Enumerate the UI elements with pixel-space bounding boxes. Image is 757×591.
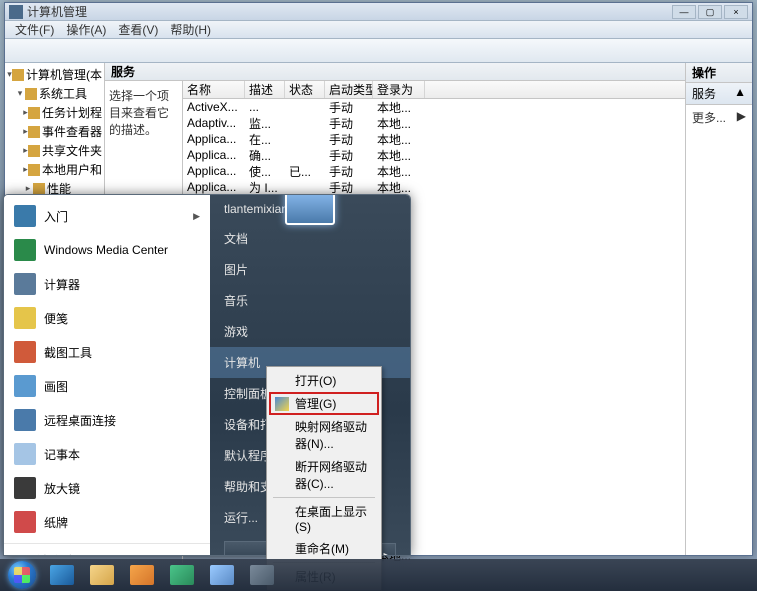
maximize-button[interactable]: ▢ xyxy=(698,5,722,19)
program-icon xyxy=(14,443,36,465)
menu-help[interactable]: 帮助(H) xyxy=(164,21,217,38)
col-desc[interactable]: 描述 xyxy=(245,81,285,98)
start-right-item[interactable]: 文档 xyxy=(210,223,410,254)
service-row[interactable]: Adaptiv...监...手动本地... xyxy=(183,115,685,131)
user-avatar-icon[interactable] xyxy=(285,194,335,225)
col-logon[interactable]: 登录为 xyxy=(373,81,425,98)
menu-action[interactable]: 操作(A) xyxy=(60,21,112,38)
start-right-item[interactable]: 游戏 xyxy=(210,316,410,347)
close-button[interactable]: × xyxy=(724,5,748,19)
tree-system-tools[interactable]: ▾系统工具 xyxy=(7,84,102,103)
menubar: 文件(F) 操作(A) 查看(V) 帮助(H) xyxy=(5,21,752,39)
program-icon xyxy=(14,477,36,499)
program-label: Windows Media Center xyxy=(44,243,168,257)
chevron-up-icon: ▲ xyxy=(734,85,746,102)
program-item[interactable]: 截图工具 xyxy=(6,335,208,369)
chevron-right-icon: ▶ xyxy=(737,109,746,126)
program-label: 截图工具 xyxy=(44,344,92,361)
taskbar xyxy=(0,559,757,591)
program-label: 便笺 xyxy=(44,310,68,327)
window-title: 计算机管理 xyxy=(27,3,672,20)
program-label: 入门 xyxy=(44,208,68,225)
context-menu-item[interactable]: 重命名(M) xyxy=(269,537,379,560)
service-row[interactable]: Applica...确...手动本地... xyxy=(183,147,685,163)
menu-file[interactable]: 文件(F) xyxy=(9,21,60,38)
context-menu-item[interactable]: 打开(O) xyxy=(269,369,379,392)
program-label: 远程桌面连接 xyxy=(44,412,116,429)
toolbar xyxy=(5,39,752,63)
program-icon xyxy=(14,511,36,533)
windows-orb-icon xyxy=(8,561,36,589)
service-row[interactable]: Applica...在...手动本地... xyxy=(183,131,685,147)
context-menu-item[interactable]: 在桌面上显示(S) xyxy=(269,500,379,537)
program-icon xyxy=(14,409,36,431)
taskbar-mmc[interactable] xyxy=(242,561,282,589)
program-list: 入门 ▶ Windows Media Center 计算器便笺截图工具画图远程桌面连接… xyxy=(4,195,210,543)
tree-event-viewer[interactable]: ▸事件查看器 xyxy=(7,122,102,141)
program-icon xyxy=(14,273,36,295)
service-row[interactable]: Applica...使...已...手动本地... xyxy=(183,163,685,179)
taskbar-desktop[interactable] xyxy=(202,561,242,589)
action-more[interactable]: 更多...▶ xyxy=(686,105,752,130)
tree-shared-folders[interactable]: ▸共享文件夹 xyxy=(7,141,102,160)
all-programs[interactable]: 所有程序 xyxy=(4,543,210,556)
start-menu-left: 入门 ▶ Windows Media Center 计算器便笺截图工具画图远程桌面连接… xyxy=(4,195,210,555)
service-row[interactable]: Applica...为 I...手动本地... xyxy=(183,179,685,195)
tree-task-scheduler[interactable]: ▸任务计划程 xyxy=(7,103,102,122)
minimize-button[interactable]: — xyxy=(672,5,696,19)
col-name[interactable]: 名称 xyxy=(183,81,245,98)
program-label: 纸牌 xyxy=(44,514,68,531)
titlebar[interactable]: 计算机管理 — ▢ × xyxy=(5,3,752,21)
taskbar-wmp[interactable] xyxy=(122,561,162,589)
tree-local-users[interactable]: ▸本地用户和 xyxy=(7,160,102,179)
chevron-right-icon: ▶ xyxy=(193,211,200,222)
taskbar-explorer[interactable] xyxy=(82,561,122,589)
program-item[interactable]: 放大镜 xyxy=(6,471,208,505)
services-header: 名称 描述 状态 启动类型 登录为 xyxy=(183,81,685,99)
program-item[interactable]: 计算器 xyxy=(6,267,208,301)
context-menu: 打开(O)管理(G)映射网络驱动器(N)...断开网络驱动器(C)... 在桌面上… xyxy=(266,366,382,591)
shield-icon xyxy=(275,397,289,411)
program-icon xyxy=(14,239,36,261)
action-pane: 操作 服务▲ 更多...▶ xyxy=(686,63,752,555)
service-row[interactable]: ActiveX......手动本地... xyxy=(183,99,685,115)
col-startup[interactable]: 启动类型 xyxy=(325,81,373,98)
arrow-right-icon xyxy=(14,556,20,557)
program-icon xyxy=(14,307,36,329)
app-icon xyxy=(9,5,23,19)
program-label: 放大镜 xyxy=(44,480,80,497)
program-item[interactable]: Windows Media Center xyxy=(6,233,208,267)
program-item[interactable]: 纸牌 xyxy=(6,505,208,539)
program-item[interactable]: 入门 ▶ xyxy=(6,199,208,233)
tree-root[interactable]: ▾计算机管理(本 xyxy=(7,65,102,84)
context-menu-item[interactable]: 管理(G) xyxy=(269,392,379,415)
center-header: 服务 xyxy=(105,63,685,81)
program-label: 画图 xyxy=(44,378,68,395)
program-item[interactable]: 记事本 xyxy=(6,437,208,471)
program-item[interactable]: 画图 xyxy=(6,369,208,403)
taskbar-wmc[interactable] xyxy=(162,561,202,589)
program-icon xyxy=(14,341,36,363)
program-item[interactable]: 远程桌面连接 xyxy=(6,403,208,437)
start-right-item[interactable]: 音乐 xyxy=(210,285,410,316)
program-label: 计算器 xyxy=(44,276,80,293)
context-menu-item[interactable]: 断开网络驱动器(C)... xyxy=(269,455,379,495)
context-menu-item[interactable]: 映射网络驱动器(N)... xyxy=(269,415,379,455)
program-item[interactable]: 便笺 xyxy=(6,301,208,335)
program-icon xyxy=(14,375,36,397)
col-status[interactable]: 状态 xyxy=(285,81,325,98)
start-button[interactable] xyxy=(2,559,42,591)
separator xyxy=(273,497,375,498)
start-right-item[interactable]: 图片 xyxy=(210,254,410,285)
action-section[interactable]: 服务▲ xyxy=(686,83,752,105)
taskbar-ie[interactable] xyxy=(42,561,82,589)
menu-view[interactable]: 查看(V) xyxy=(112,21,164,38)
program-label: 记事本 xyxy=(44,446,80,463)
program-icon xyxy=(14,205,36,227)
action-header: 操作 xyxy=(686,63,752,83)
